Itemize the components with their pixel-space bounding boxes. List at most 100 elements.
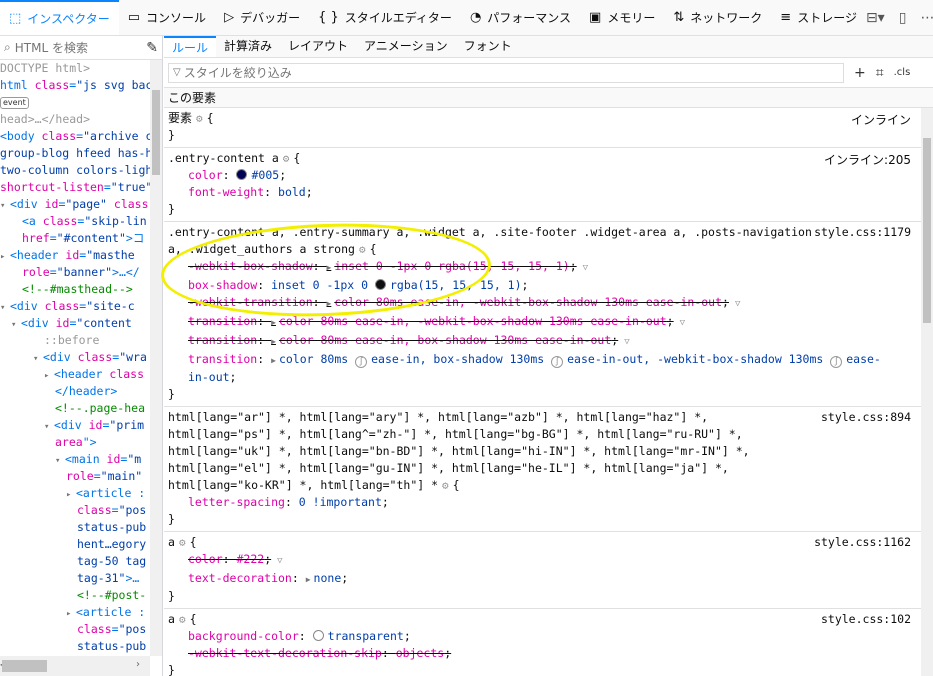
property-name[interactable]: -webkit-transition [188, 295, 313, 309]
scroll-thumb[interactable] [2, 660, 47, 672]
markup-node[interactable]: tag-50 tag [0, 553, 150, 570]
cls-button[interactable]: .cls [894, 67, 911, 78]
property-name[interactable]: font-weight [188, 185, 264, 199]
markup-node[interactable]: ▸ <header id="masthe [0, 247, 150, 264]
property-value[interactable]: ease-in-out, -webkit-box-shadow 130ms [567, 352, 830, 366]
property-value[interactable]: color 80ms ease-in, box-shadow 130ms eas… [279, 333, 611, 347]
timing-function-icon[interactable]: ∫ [830, 356, 843, 368]
rule-selector[interactable]: a [168, 535, 175, 549]
markup-node[interactable]: tag-31">… [0, 570, 150, 587]
filter-property-icon[interactable]: ▽ [583, 260, 588, 277]
add-rule-icon[interactable]: + [854, 65, 866, 81]
filter-property-icon[interactable]: ▽ [277, 553, 282, 570]
markup-node[interactable]: class="pos [0, 502, 150, 519]
expand-toggle-icon[interactable]: ▾ [44, 419, 54, 436]
tool-tab[interactable]: ⬚ インスペクター [0, 0, 119, 35]
style-filter-input[interactable] [183, 65, 824, 80]
css-declaration[interactable]: transition: ▶ color 80ms ease-in, -webkit… [168, 313, 915, 332]
markup-node[interactable]: ▸ <article : [0, 604, 150, 621]
property-value[interactable]: bold [278, 185, 306, 199]
sidebar-tab[interactable]: ルール [164, 36, 217, 57]
sidebar-tab[interactable]: フォント [456, 36, 520, 57]
markup-node[interactable]: ▾ <div class="site-c [0, 298, 150, 315]
expand-shorthand-icon[interactable]: ▶ [271, 337, 276, 346]
markup-node[interactable]: role="banner">…</ [0, 264, 150, 281]
property-name[interactable]: -webkit-text-decoration-skip [188, 646, 382, 660]
event-badge[interactable]: event [0, 96, 29, 109]
property-value[interactable]: inset 0 -1px 0 rgba(15, 15, 15, 1) [334, 259, 569, 273]
property-name[interactable]: letter-spacing [188, 495, 285, 509]
css-declaration[interactable]: text-decoration: ▶ none; [168, 570, 915, 588]
css-declaration[interactable]: color: #005; [168, 167, 915, 184]
css-declaration[interactable]: color: #222; ▽ [168, 551, 915, 570]
expand-toggle-icon[interactable]: ▸ [0, 249, 10, 266]
more-icon[interactable]: ⋯ [920, 10, 933, 26]
rules-vertical-scrollbar[interactable] [921, 108, 933, 676]
css-declaration[interactable]: box-shadow: inset 0 -1px 0 rgba(15, 15, … [168, 277, 915, 294]
expand-shorthand-icon[interactable]: ▶ [326, 299, 331, 308]
property-value[interactable]: color 80ms ease-in, -webkit-box-shadow 1… [279, 314, 667, 328]
expand-toggle-icon[interactable]: ▸ [66, 606, 76, 623]
markup-node[interactable]: <a class="skip-lin [0, 213, 150, 230]
scroll-thumb[interactable] [923, 138, 931, 323]
css-declaration[interactable]: background-color: transparent; [168, 628, 915, 645]
css-declaration[interactable]: -webkit-text-decoration-skip: objects; [168, 645, 915, 662]
scroll-thumb[interactable] [152, 90, 160, 175]
rule-gear-icon[interactable]: ⚙ [179, 613, 186, 626]
property-name[interactable]: text-decoration [188, 571, 292, 585]
markup-node[interactable]: class="pos [0, 621, 150, 638]
timing-function-icon[interactable]: ∫ [551, 356, 564, 368]
rule-gear-icon[interactable]: ⚙ [359, 243, 366, 256]
markup-node[interactable]: status-pub [0, 638, 150, 655]
markup-node[interactable]: href="#content">コ [0, 230, 150, 247]
markup-node[interactable]: DOCTYPE html> [0, 60, 150, 77]
property-value[interactable]: objects [396, 646, 444, 660]
markup-node[interactable]: <!--.page-hea [0, 400, 150, 417]
html-search-input[interactable] [14, 40, 133, 55]
markup-node[interactable]: head>…</head> [0, 111, 150, 128]
markup-node[interactable]: ▾ <main id="m [0, 451, 150, 468]
filter-property-icon[interactable]: ▽ [680, 315, 685, 332]
property-value[interactable]: color 80ms ease-in, -webkit-box-shadow 1… [334, 295, 722, 309]
markup-node[interactable]: ▸ <article : [0, 485, 150, 502]
css-declaration[interactable]: font-weight: bold; [168, 184, 915, 201]
markup-node[interactable]: html class="js svg bac [0, 77, 150, 94]
markup-node[interactable]: ▾ <div id="prim [0, 417, 150, 434]
rule-source-link[interactable]: style.css:894 [821, 410, 911, 424]
expand-toggle-icon[interactable]: ▾ [55, 453, 65, 470]
property-name[interactable]: background-color [188, 629, 299, 643]
markup-node[interactable]: ▾ <div id="page" class [0, 196, 150, 213]
expand-toggle-icon[interactable]: ▾ [11, 317, 21, 334]
eyedropper-icon[interactable]: ✎ [146, 40, 158, 56]
tool-tab[interactable]: { } スタイルエディター [309, 0, 461, 35]
markup-horizontal-scrollbar[interactable]: ◀ › [0, 656, 150, 676]
tool-tab[interactable]: ⇅ ネットワーク [664, 0, 771, 35]
tool-tab[interactable]: ◔ パフォーマンス [461, 0, 580, 35]
tool-tab[interactable]: ▣ メモリー [580, 0, 664, 35]
property-name[interactable]: transition [188, 352, 257, 366]
rule-gear-icon[interactable]: ⚙ [196, 112, 203, 125]
rule-selector[interactable]: 要素 [168, 111, 192, 125]
markup-node[interactable]: hent…egory [0, 536, 150, 553]
tool-tab[interactable]: ▭ コンソール [119, 0, 215, 35]
sidebar-tab[interactable]: レイアウト [280, 36, 356, 57]
color-swatch[interactable] [236, 169, 248, 180]
color-swatch[interactable] [374, 279, 386, 290]
property-name[interactable]: color [188, 552, 223, 566]
responsive-icon[interactable]: ▯ [899, 10, 907, 26]
expand-toggle-icon[interactable]: ▾ [0, 198, 10, 215]
rule-selector[interactable]: .entry-content a, .entry-summary a, .wid… [168, 225, 812, 256]
property-value[interactable]: ease-in, box-shadow 130ms [371, 352, 551, 366]
markup-node[interactable]: role="main" [0, 468, 150, 485]
rule-gear-icon[interactable]: ⚙ [442, 479, 449, 492]
property-name[interactable]: transition [188, 314, 257, 328]
css-declaration[interactable]: transition: ▶ color 80ms ∫ ease-in, box-sh… [168, 351, 915, 386]
property-value[interactable]: #005 [251, 168, 279, 182]
color-swatch[interactable] [312, 630, 324, 641]
expand-shorthand-icon[interactable]: ▶ [326, 263, 331, 272]
sidebar-tab[interactable]: アニメーション [356, 36, 456, 57]
rule-gear-icon[interactable]: ⚙ [283, 152, 290, 165]
rule-selector[interactable]: a [168, 612, 175, 626]
markup-node[interactable]: status-pub [0, 519, 150, 536]
filter-property-icon[interactable]: ▽ [624, 334, 629, 351]
